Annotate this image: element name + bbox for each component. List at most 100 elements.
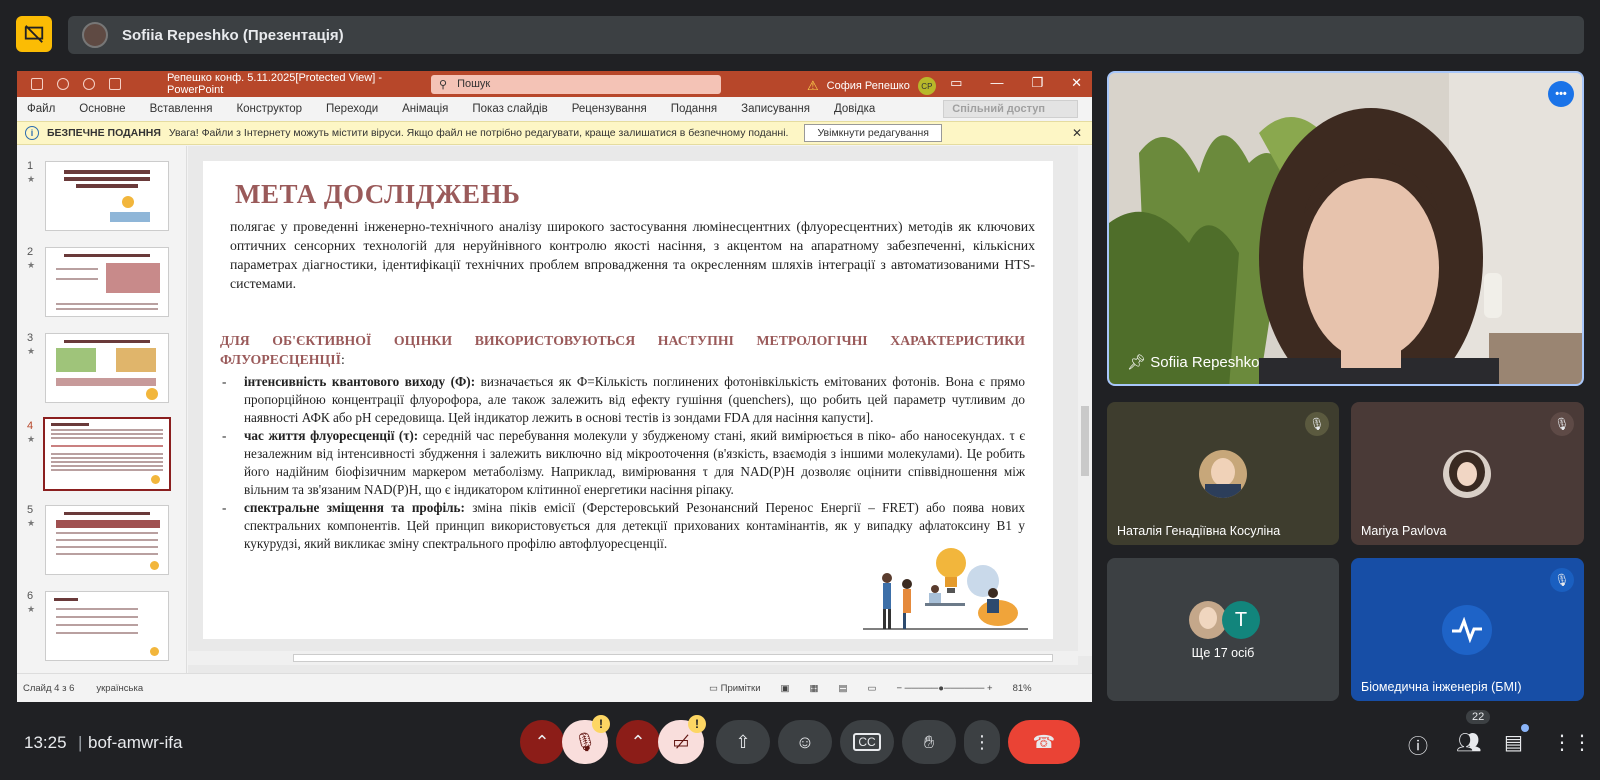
avatar-initial: T: [1222, 601, 1260, 639]
horizontal-scrollbar[interactable]: [188, 651, 1078, 665]
slide-thumbnail-4-selected[interactable]: [43, 417, 171, 491]
shield-info-icon: i: [25, 126, 39, 140]
star-icon: ★: [27, 260, 36, 270]
slide-thumbnail-1[interactable]: [45, 161, 169, 231]
menu-design[interactable]: Конструктор: [236, 103, 302, 115]
menu-view[interactable]: Подання: [671, 103, 717, 115]
ppt-statusbar: Слайд 4 з 6 українська ▭ Примітки ▣ ▦ ▤ …: [17, 673, 1092, 702]
chat-notification-dot: [1521, 724, 1529, 732]
slide-thumbnail-2[interactable]: [45, 247, 169, 317]
more-participants-label: Ще 17 осіб: [1191, 646, 1255, 660]
protected-view-message: Увага! Файли з Інтернету можуть містити …: [168, 127, 789, 139]
slide-thumbnail-6[interactable]: [45, 591, 169, 661]
participant-name: Біомедична інженерія (БМІ): [1361, 680, 1522, 694]
participant-tile-natalia[interactable]: 🎙︎ Наталія Генадіївна Косуліна: [1107, 402, 1339, 545]
hand-icon: ✋︎: [923, 731, 935, 752]
captions-button[interactable]: CC: [840, 720, 894, 764]
menu-file[interactable]: Файл: [27, 103, 55, 115]
mic-off-icon: 🎙︎: [1550, 412, 1574, 436]
participant-tile-more[interactable]: T Ще 17 осіб: [1107, 558, 1339, 701]
maximize-icon[interactable]: ❐: [1031, 75, 1043, 91]
star-icon: ★: [27, 604, 36, 614]
reading-view-icon[interactable]: ▤: [838, 683, 847, 694]
participant-name: Наталія Генадіївна Косуліна: [1117, 524, 1281, 538]
participant-tile-bmi[interactable]: 🎙︎ Біомедична інженерія (БМІ): [1351, 558, 1584, 701]
chat-icon[interactable]: ▤: [1504, 730, 1523, 755]
undo-icon[interactable]: [57, 78, 69, 90]
captions-icon: CC: [853, 733, 881, 751]
slide-paragraph: полягає у проведенні інженерно-технічног…: [230, 219, 1035, 291]
raise-hand-button[interactable]: ✋︎: [902, 720, 956, 764]
enable-editing-button[interactable]: Увімкнути редагування: [804, 124, 942, 142]
share-screen-button[interactable]: ⇧: [716, 720, 770, 764]
normal-view-icon[interactable]: ▣: [781, 683, 790, 694]
menu-transitions[interactable]: Переходи: [326, 103, 378, 115]
leave-call-button[interactable]: ☎: [1008, 720, 1080, 764]
redo-icon[interactable]: [83, 78, 95, 90]
list-item: інтенсивність квантового виходу (Ф): виз…: [220, 373, 1025, 427]
reactions-button[interactable]: ☺: [778, 720, 832, 764]
speaking-indicator-icon: •••: [1548, 81, 1574, 107]
share-button[interactable]: Спільний доступ: [943, 100, 1078, 118]
user-account[interactable]: ⚠ София Репешко СР: [807, 77, 936, 95]
slideshow-view-icon[interactable]: ▭: [867, 683, 876, 694]
list-item: час життя флуоресценції (τ): середній ча…: [220, 427, 1025, 499]
zoom-level[interactable]: 81%: [1013, 683, 1032, 694]
star-icon: ★: [27, 434, 36, 444]
separator: |: [78, 733, 83, 752]
search-box[interactable]: ⚲ Пошук: [431, 74, 721, 94]
close-icon[interactable]: ✕: [1071, 75, 1082, 91]
subheading-colon: :: [341, 352, 345, 367]
save-icon[interactable]: [31, 78, 43, 90]
avatar: [1199, 450, 1247, 498]
close-infobar-icon[interactable]: ✕: [1072, 126, 1082, 140]
menu-home[interactable]: Основне: [79, 103, 125, 115]
present-icon[interactable]: [109, 78, 121, 90]
activities-grid-icon[interactable]: ⋮⋮⋮: [1552, 730, 1600, 755]
heartbeat-logo-icon: [1442, 605, 1492, 655]
more-vert-icon: ⋮: [973, 731, 991, 752]
mic-off-icon: 🎙︎: [573, 731, 597, 752]
vertical-scrollbar[interactable]: [1078, 146, 1092, 656]
menu-insert[interactable]: Вставлення: [150, 103, 213, 115]
thumb-number: 6: [27, 590, 34, 602]
more-options-button[interactable]: ⋮: [964, 720, 1000, 764]
search-placeholder: Пошук: [457, 78, 491, 90]
mic-off-icon: 🎙︎: [1550, 568, 1574, 592]
language-indicator[interactable]: українська: [96, 683, 143, 694]
thumb-number: 4: [27, 420, 34, 432]
audio-options-button[interactable]: ⌃: [520, 720, 564, 764]
meeting-info-icon[interactable]: ⓘ: [1408, 730, 1428, 759]
presentation-icon[interactable]: [16, 16, 52, 52]
slide-thumbnail-3[interactable]: [45, 333, 169, 403]
protected-view-bar: i БЕЗПЕЧНЕ ПОДАННЯ Увага! Файли з Інтерн…: [17, 121, 1092, 145]
chevron-up-icon: ⌃: [630, 731, 646, 752]
participant-name: 📌︎ Sofiia Repeshko: [1127, 354, 1260, 371]
menu-review[interactable]: Рецензування: [572, 103, 647, 115]
mic-warning-badge: !: [592, 715, 610, 733]
notes-button[interactable]: ▭ Примітки: [709, 683, 761, 694]
people-icon[interactable]: 👥︎: [1456, 730, 1481, 755]
menu-help[interactable]: Довідка: [834, 103, 875, 115]
video-options-button[interactable]: ⌃: [616, 720, 660, 764]
slide-sorter-icon[interactable]: ▦: [809, 683, 818, 694]
quick-access-toolbar: [17, 78, 167, 90]
menu-recording[interactable]: Записування: [741, 103, 810, 115]
ribbon-display-icon[interactable]: ▭: [950, 75, 962, 91]
slide-thumbnail-5[interactable]: [45, 505, 169, 575]
clock: 13:25: [24, 733, 67, 752]
participant-tile-main[interactable]: ••• 📌︎ Sofiia Repeshko: [1107, 71, 1584, 386]
warning-icon: ⚠: [807, 78, 819, 93]
zoom-slider[interactable]: − ─────●────── +: [896, 683, 992, 694]
share-label: Спільний доступ: [952, 103, 1045, 115]
participant-name: Mariya Pavlova: [1361, 524, 1447, 538]
minimize-icon[interactable]: —: [990, 75, 1003, 91]
window-controls: ▭ — ❐ ✕: [950, 75, 1082, 91]
menu-slideshow[interactable]: Показ слайдів: [472, 103, 547, 115]
participant-tile-mariya[interactable]: 🎙︎ Mariya Pavlova: [1351, 402, 1584, 545]
menu-animations[interactable]: Анімація: [402, 103, 448, 115]
protected-view-title: БЕЗПЕЧНЕ ПОДАННЯ: [47, 127, 161, 139]
slide-thumbnails: 1 ★ 2 ★ 3 ★ 4 ★ 5 ★ 6 ★: [17, 146, 187, 673]
slide-subheading: ДЛЯ ОБ'ЄКТИВНОЇ ОЦІНКИ ВИКОРИСТОВУЮТЬСЯ …: [220, 331, 1025, 369]
notes-label: Примітки: [720, 682, 761, 694]
